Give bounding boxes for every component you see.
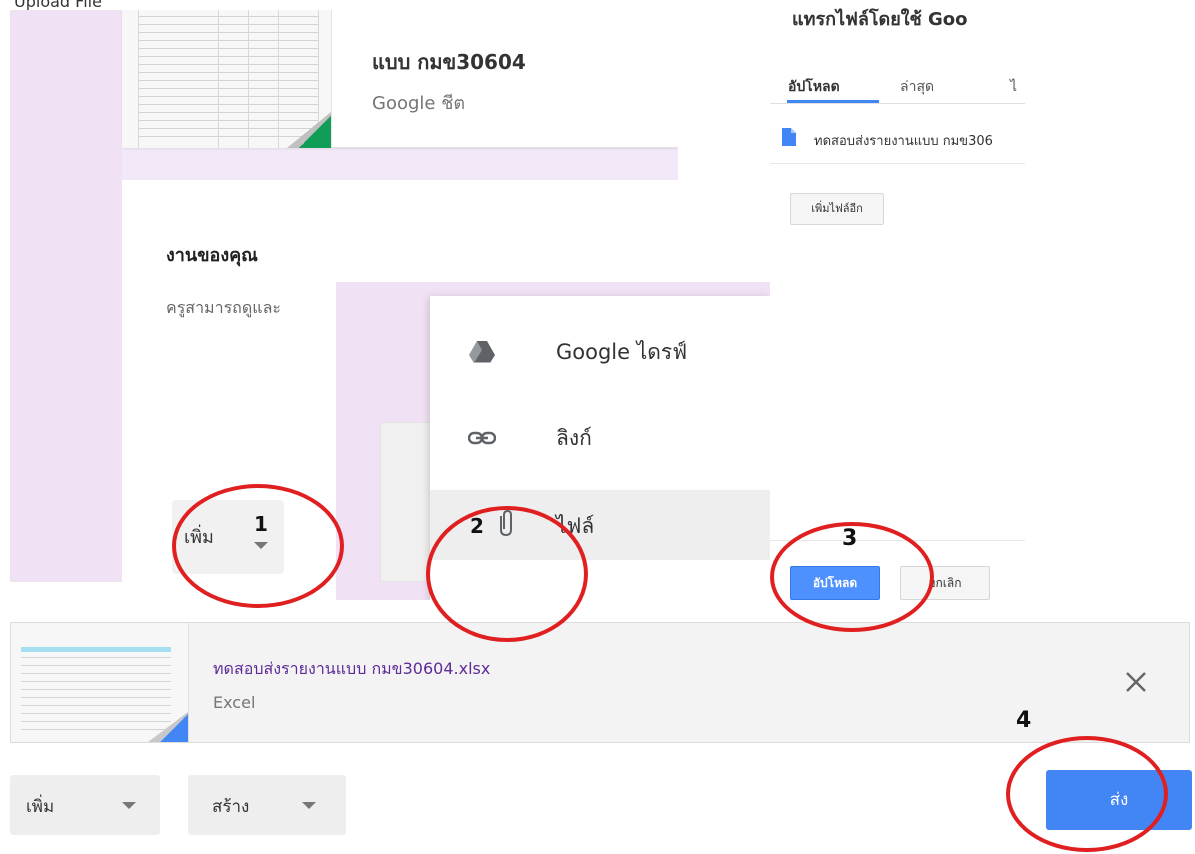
attached-file-type: Excel bbox=[213, 693, 256, 712]
menu-item-link[interactable]: ลิงก์ bbox=[430, 402, 770, 472]
add-dropdown-menu: Google ไดรฟ์ ลิงก์ 2 ไฟล์ bbox=[430, 296, 770, 600]
file-corner-icon bbox=[160, 714, 188, 742]
attachment-type: Google ชีต bbox=[372, 93, 466, 114]
upload-button[interactable]: อัปโหลด bbox=[790, 566, 880, 600]
google-sheet-attachment-card[interactable]: แบบ กมข30604 Google ชีต bbox=[122, 10, 678, 148]
step-number-3: 3 bbox=[842, 526, 858, 551]
left-strip bbox=[10, 10, 122, 582]
step-number-2: 2 bbox=[470, 514, 484, 538]
send-button[interactable]: ส่ง bbox=[1046, 770, 1192, 830]
tab-upload[interactable]: อัปโหลด bbox=[788, 76, 840, 98]
cancel-button[interactable]: ยกเลิก bbox=[900, 566, 990, 600]
add-menu-panel: Google ไดรฟ์ ลิงก์ 2 ไฟล์ bbox=[336, 282, 770, 600]
attached-file-card[interactable]: ทดสอบส่งรายงานแบบ กมข30604.xlsx Excel bbox=[10, 622, 1190, 743]
document-icon bbox=[782, 128, 796, 146]
dialog-tabs: อัปโหลด ล่าสุด ไ bbox=[770, 60, 1025, 104]
menu-item-label: ไฟล์ bbox=[556, 514, 595, 538]
attachment-title: แบบ กมข30604 bbox=[372, 50, 526, 74]
tab-recent[interactable]: ล่าสุด bbox=[900, 76, 934, 98]
tab-more[interactable]: ไ bbox=[1010, 76, 1017, 98]
attached-file-name[interactable]: ทดสอบส่งรายงานแบบ กมข30604.xlsx bbox=[213, 657, 490, 682]
step-number-4: 4 bbox=[1016, 708, 1032, 733]
close-icon[interactable] bbox=[1121, 667, 1151, 697]
add-button[interactable]: เพิ่ม 1 bbox=[172, 500, 284, 574]
your-work-description: ครูสามารถดูและ bbox=[166, 298, 281, 317]
chevron-down-icon bbox=[122, 802, 136, 809]
active-tab-indicator bbox=[787, 100, 879, 103]
menu-item-google-drive[interactable]: Google ไดรฟ์ bbox=[430, 316, 770, 386]
upload-file-name: ทดสอบส่งรายงานแบบ กมข306 bbox=[814, 134, 993, 149]
chevron-down-icon bbox=[302, 802, 316, 809]
insert-file-dialog: แทรกไฟล์โดยใช้ Goo อัปโหลด ล่าสุด ไ ทดสอ… bbox=[770, 0, 1025, 600]
menu-item-file[interactable]: 2 ไฟล์ bbox=[430, 490, 770, 560]
create-menu-button[interactable]: สร้าง bbox=[188, 775, 346, 835]
google-drive-icon bbox=[469, 341, 495, 364]
menu-item-label: Google ไดรฟ์ bbox=[556, 340, 688, 364]
add-menu-label: เพิ่ม bbox=[26, 797, 55, 817]
add-button-label: เพิ่ม bbox=[184, 527, 214, 548]
menu-item-label: ลิงก์ bbox=[556, 426, 592, 450]
create-menu-label: สร้าง bbox=[212, 797, 250, 817]
dialog-divider bbox=[770, 540, 1025, 541]
excel-thumbnail bbox=[11, 623, 189, 742]
upload-file-row: ทดสอบส่งรายงานแบบ กมข306 bbox=[770, 112, 1025, 164]
link-icon bbox=[468, 431, 496, 445]
your-work-title: งานของคุณ bbox=[166, 245, 258, 266]
sheet-thumbnail bbox=[122, 10, 332, 148]
sheets-corner-icon bbox=[299, 116, 331, 148]
add-more-files-button[interactable]: เพิ่มไฟล์อีก bbox=[790, 193, 884, 225]
paperclip-icon bbox=[500, 510, 512, 537]
dialog-title: แทรกไฟล์โดยใช้ Goo bbox=[792, 9, 968, 30]
add-menu-button[interactable]: เพิ่ม bbox=[10, 775, 160, 835]
step-number-1: 1 bbox=[254, 512, 268, 536]
chevron-down-icon bbox=[254, 542, 268, 549]
